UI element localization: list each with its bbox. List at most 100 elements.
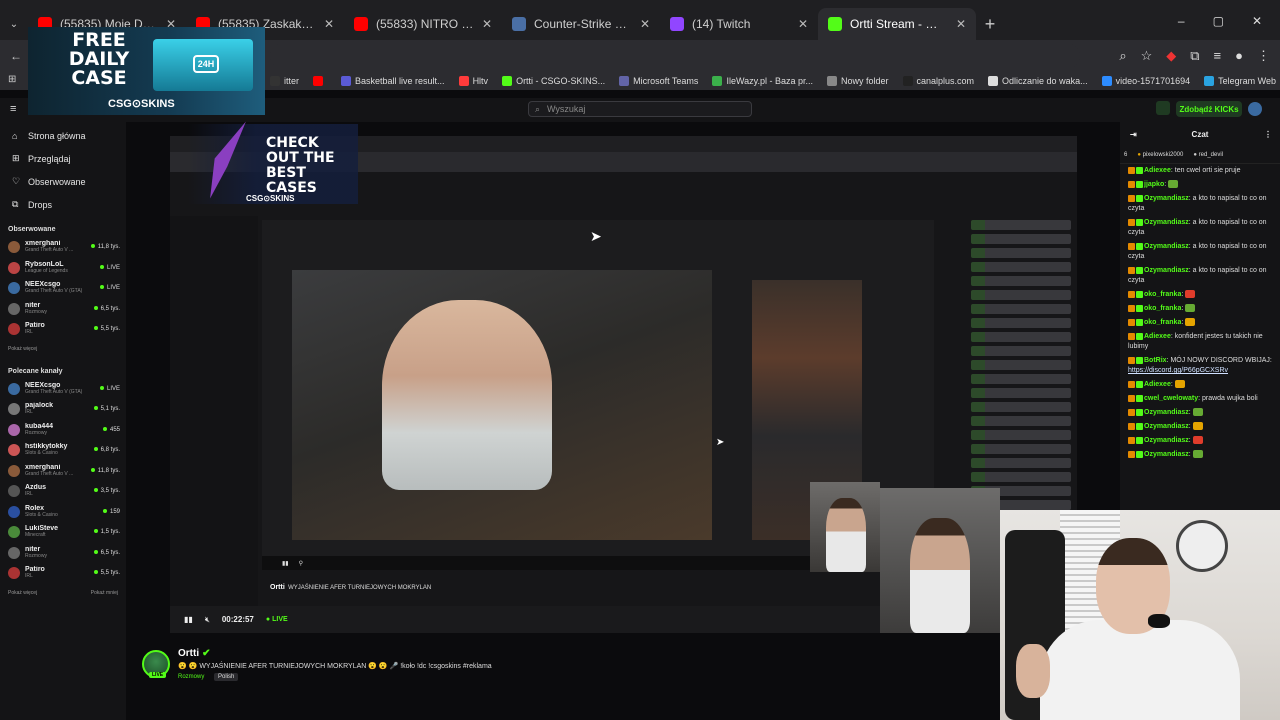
tab-label: (55833) NITRO O SŁABYM ZACI... (376, 17, 474, 31)
chat-username[interactable]: oko_franka (1144, 305, 1181, 312)
channel-item[interactable]: xmerghani Grand Theft Auto V ... 11,8 tys. (0, 237, 126, 258)
bookmark-item[interactable]: canalplus.com (902, 76, 974, 86)
show-more-recommended[interactable]: Pokaż więcej (8, 590, 37, 596)
tab-close-icon[interactable]: ✕ (798, 17, 808, 31)
bookmark-item[interactable]: itter (270, 76, 299, 86)
channel-info: niter Rozmowy (25, 302, 89, 316)
channel-item[interactable]: hstikkytokky Slots & Casino 6,8 tys. (0, 440, 126, 461)
channel-item[interactable]: pajalock IRL 5,1 tys. (0, 399, 126, 420)
volume-muted-icon[interactable]: 🔇︎ (205, 615, 210, 625)
hamburger-icon[interactable]: ≡ (10, 103, 16, 115)
minimize-icon[interactable]: – (1178, 14, 1185, 28)
nested-chat-line (971, 402, 1071, 412)
chat-username[interactable]: Ozymandiasz (1144, 243, 1189, 250)
sidebar-nav-item[interactable]: ⧉ Drops (0, 193, 126, 216)
streamer-name[interactable]: Ortti ✔ (178, 648, 211, 659)
browser-tab[interactable]: (14) Twitch ✕ (660, 8, 818, 40)
pause-icon[interactable]: ▮▮ (184, 615, 193, 624)
sidebar-nav-item[interactable]: ⊞ Przeglądaj (0, 147, 126, 170)
bookmark-item[interactable]: Odliczanie do waka... (988, 76, 1088, 86)
channel-info: Patiro IRL (25, 322, 89, 336)
bookmark-item[interactable] (313, 76, 327, 86)
chat-username[interactable]: Ozymandiasz (1144, 195, 1189, 202)
bookmark-item[interactable]: Hltv (458, 76, 488, 86)
chat-username[interactable]: Adiexee (1144, 167, 1171, 174)
chat-username[interactable]: Ozymandiasz (1144, 437, 1189, 444)
viewer-count: LIVE (106, 385, 120, 392)
user-avatar[interactable] (1248, 102, 1262, 116)
browser-tab[interactable]: Counter-Strike News & Coverag... ✕ (502, 8, 660, 40)
sidebar-nav-item[interactable]: ⌂ Strona główna (0, 124, 126, 147)
maximize-icon[interactable]: ▢ (1213, 14, 1224, 28)
chat-settings-icon[interactable]: ⋮ (1264, 130, 1272, 139)
new-tab-button[interactable]: + (976, 8, 1004, 40)
chat-username[interactable]: Ozymandiasz (1144, 219, 1189, 226)
extensions-icon[interactable]: ⧉ (1190, 48, 1199, 64)
chat-username[interactable]: BotRix (1144, 357, 1167, 364)
chat-username[interactable]: Adiexee (1144, 333, 1171, 340)
bookmark-item[interactable]: Basketball live result... (341, 76, 445, 86)
bookmark-item[interactable]: Microsoft Teams (619, 76, 698, 86)
bookmark-item[interactable]: Telegram Web (1204, 76, 1276, 86)
chat-username[interactable]: Adiexee (1144, 381, 1171, 388)
channel-item[interactable]: Rolex Slots & Casino 159 (0, 502, 126, 523)
channel-item[interactable]: Patiro IRL 5,5 tys. (0, 319, 126, 340)
channel-avatar (8, 302, 20, 315)
collapse-chat-icon[interactable]: ⇥ (1130, 130, 1137, 139)
bookmark-item[interactable]: Nowy folder (826, 76, 889, 86)
media-icon[interactable]: ≡ (1214, 48, 1222, 64)
chat-username[interactable]: oko_franka (1144, 319, 1181, 326)
chat-username[interactable]: Ozymandiasz (1144, 267, 1189, 274)
tab-close-icon[interactable]: ✕ (324, 17, 334, 31)
close-window-icon[interactable]: ✕ (1252, 14, 1262, 28)
profile-icon[interactable]: ● (1235, 48, 1243, 64)
browser-tab[interactable]: (55833) NITRO O SŁABYM ZACI... ✕ (344, 8, 502, 40)
apps-icon[interactable]: ⊞ (8, 74, 16, 85)
browser-tab[interactable]: Ortti Stream - Watch Live on Ki... ✕ (818, 8, 976, 40)
channel-item[interactable]: RybsonLoL League of Legends LIVE (0, 258, 126, 279)
chat-username[interactable]: oko_franka (1144, 291, 1181, 298)
show-less-recommended[interactable]: Pokaż mniej (91, 590, 118, 596)
tab-close-icon[interactable]: ✕ (640, 17, 650, 31)
zoom-icon[interactable]: ⌕ (1119, 48, 1126, 64)
chat-username[interactable]: cwel_cwelowaty (1144, 395, 1198, 402)
show-more-followed[interactable]: Pokaż więcej (8, 346, 37, 352)
channel-item[interactable]: kuba444 Rozmowy 455 (0, 420, 126, 441)
get-kicks-button[interactable]: Zdobądź KICKs (1176, 101, 1242, 117)
channel-item[interactable]: LukiSteve Minecraft 1,5 tys. (0, 522, 126, 543)
bookmark-item[interactable]: video-1571701694 (1101, 76, 1190, 86)
channel-item[interactable]: xmerghani Grand Theft Auto V ... 11,8 tys. (0, 461, 126, 482)
wallet-icon[interactable] (1156, 101, 1170, 115)
channel-item[interactable]: Azdus IRL 3,5 tys. (0, 481, 126, 502)
chat-username[interactable]: Ozymandiasz (1144, 451, 1189, 458)
back-icon[interactable]: ← (10, 49, 22, 63)
channel-item[interactable]: Patiro IRL 5,5 tys. (0, 563, 126, 584)
bookmark-item[interactable]: Ortti - CSGO-SKINS... (502, 76, 605, 86)
chat-username[interactable]: Ozymandiasz (1144, 423, 1189, 430)
sidebar-nav-item[interactable]: ♡ Obserwowane (0, 170, 126, 193)
extension-red-icon[interactable]: ◆ (1166, 48, 1176, 64)
channel-item[interactable]: niter Rozmowy 6,5 tys. (0, 299, 126, 320)
tab-close-icon[interactable]: ✕ (482, 17, 492, 31)
address-bar[interactable] (270, 43, 1080, 69)
chat-link[interactable]: https://discord.gg/P66pGCXSRv (1128, 367, 1228, 374)
menu-icon[interactable]: ⋮ (1257, 48, 1270, 64)
mouse-cursor-icon: ➤ (716, 437, 725, 448)
channel-info: RybsonLoL League of Legends (25, 261, 95, 275)
stream-category[interactable]: Rozmowy (178, 674, 204, 680)
chat-username[interactable]: Ozymandiasz (1144, 409, 1189, 416)
tab-list-button[interactable]: ⌄ (0, 8, 28, 40)
bookmark-star-icon[interactable]: ☆ (1141, 48, 1153, 64)
tab-close-icon[interactable]: ✕ (956, 17, 966, 31)
search-input[interactable]: ⌕ Wyszukaj (528, 101, 752, 117)
language-tag[interactable]: Polish (214, 673, 239, 681)
channel-item[interactable]: NEEXcsgo Grand Theft Auto V (GTA) LIVE (0, 379, 126, 400)
bookmark-item[interactable]: IleWazy.pl - Baza pr... (712, 76, 813, 86)
chat-message: oko_franka: (1120, 288, 1280, 302)
channel-category: Grand Theft Auto V (GTA) (25, 388, 83, 395)
chat-username[interactable]: jjapko (1144, 181, 1164, 188)
channel-category: Grand Theft Auto V (GTA) (25, 288, 83, 295)
nested-chat-line (971, 262, 1071, 272)
channel-item[interactable]: niter Rozmowy 6,5 tys. (0, 543, 126, 564)
channel-item[interactable]: NEEXcsgo Grand Theft Auto V (GTA) LIVE (0, 278, 126, 299)
